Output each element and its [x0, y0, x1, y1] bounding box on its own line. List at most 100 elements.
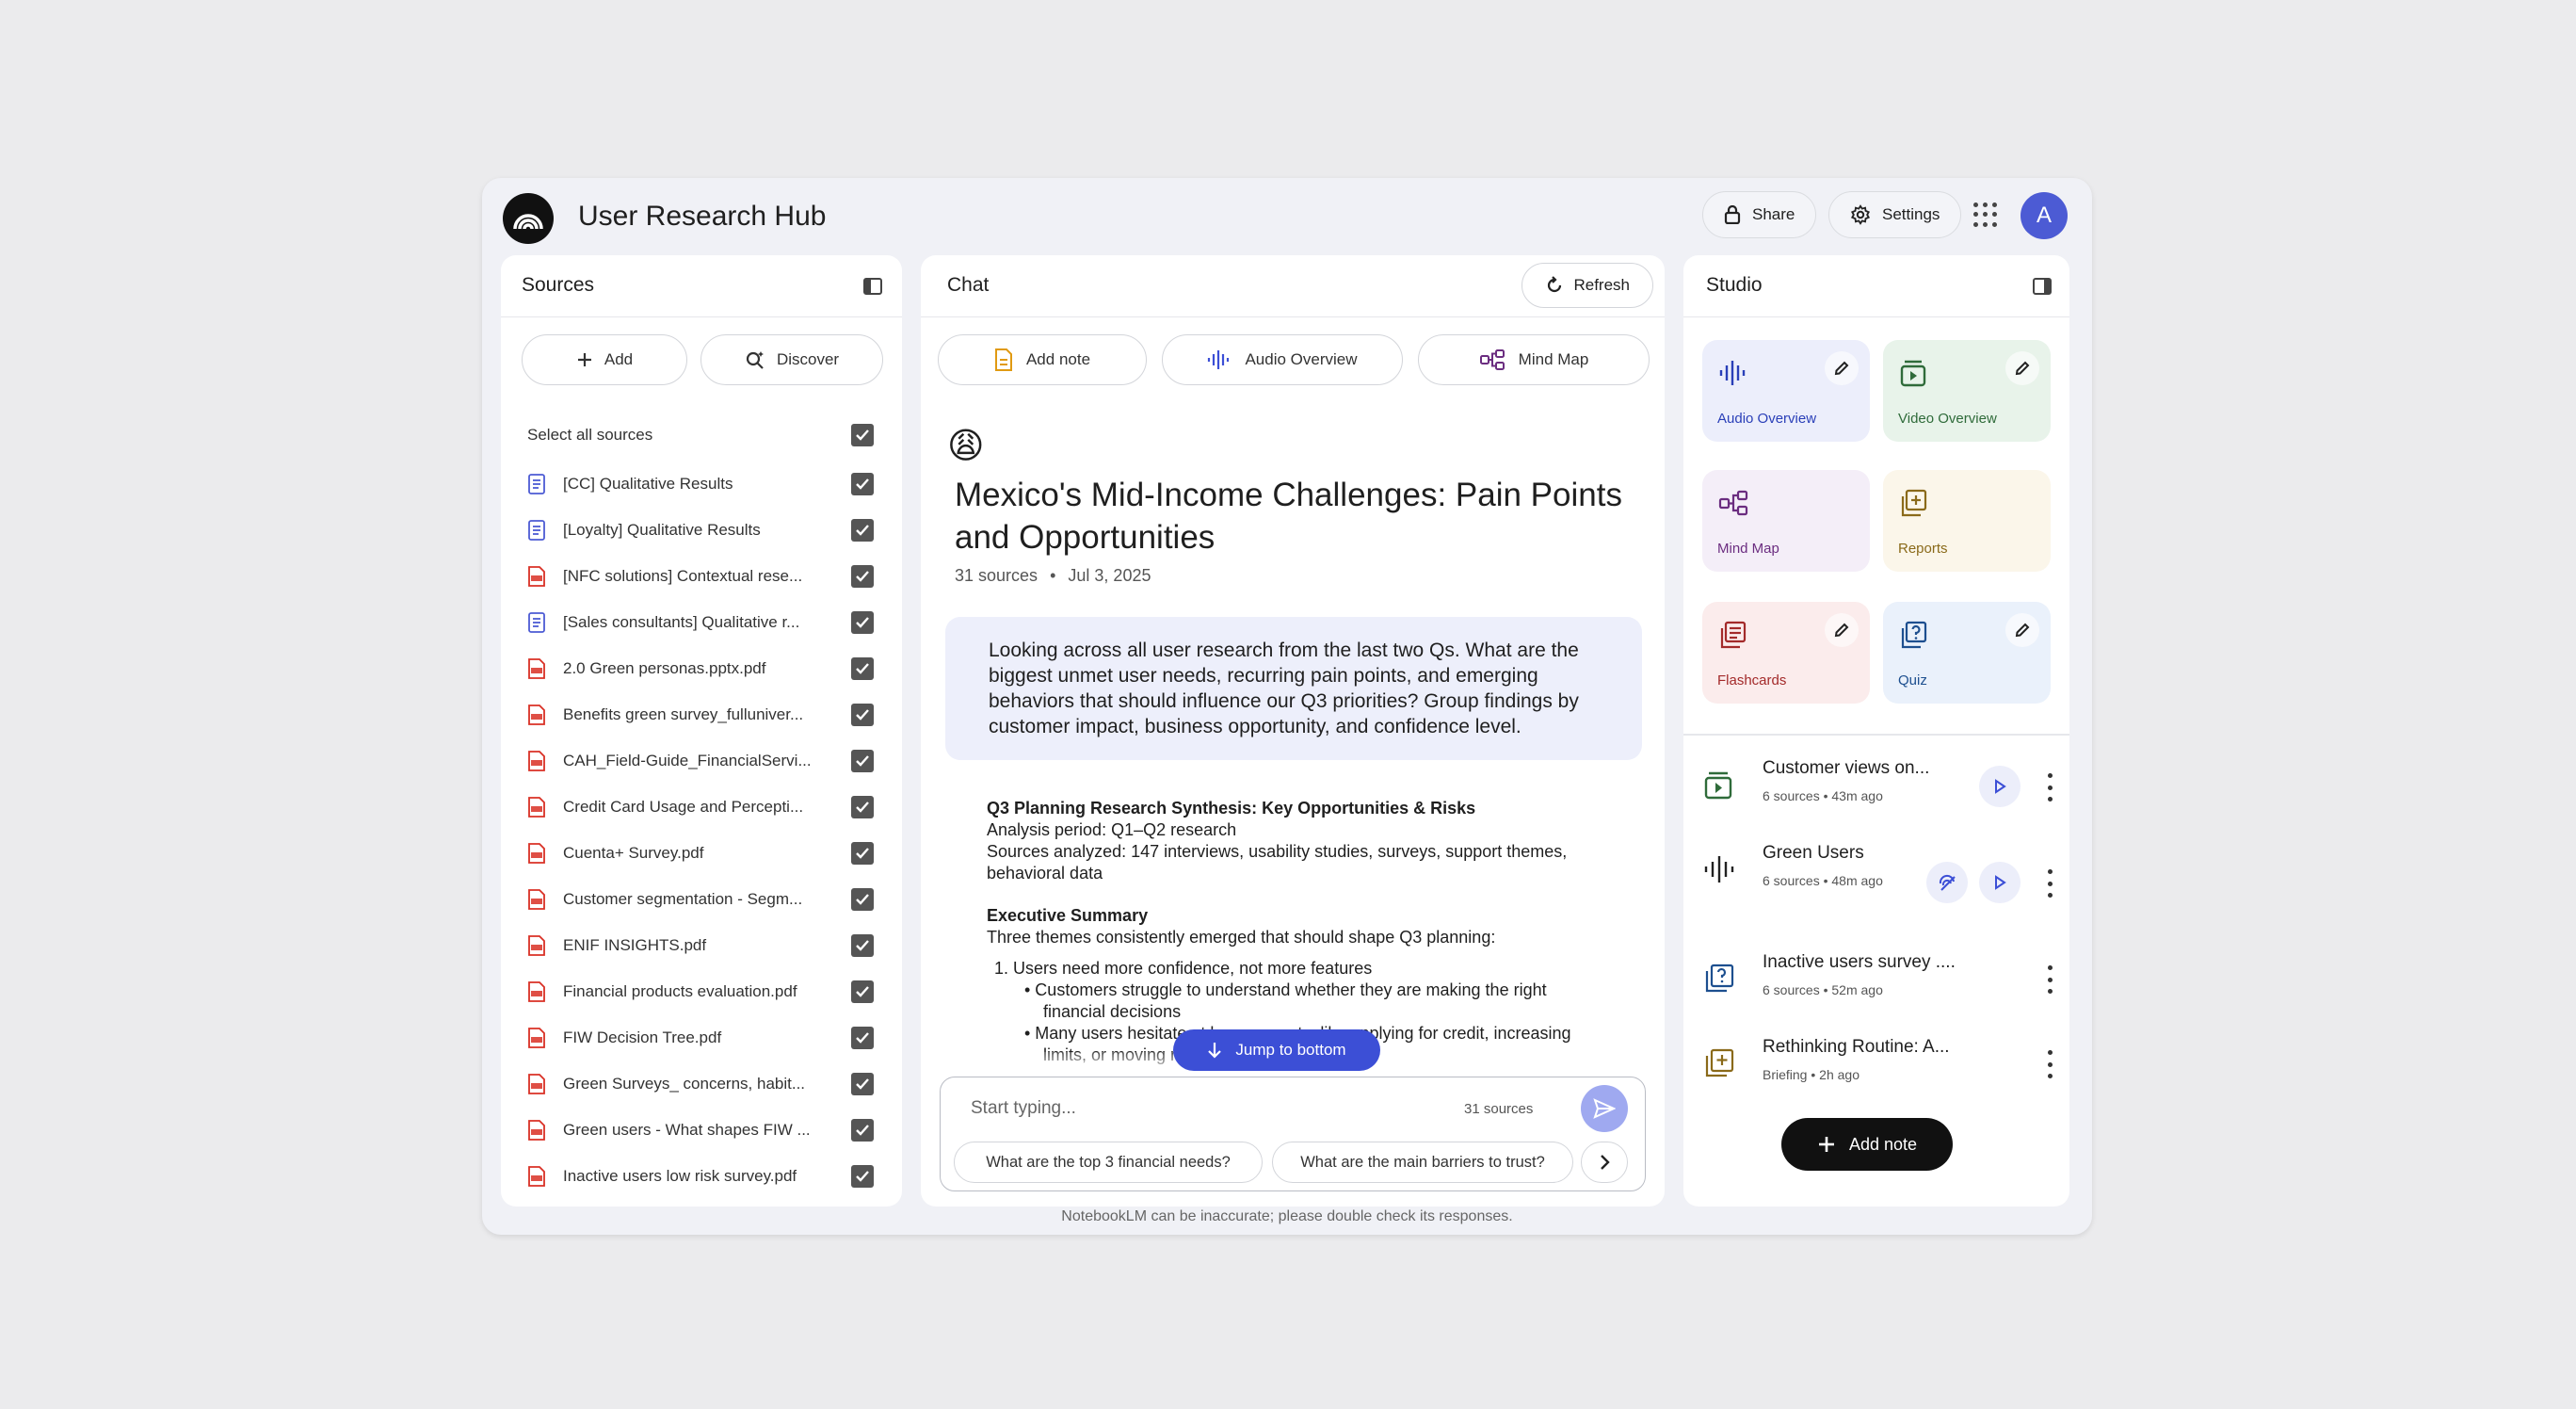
- source-list: [CC] Qualitative Results [Loyalty] Qualit…: [527, 461, 874, 1199]
- source-checkbox[interactable]: [851, 1026, 874, 1049]
- chat-input[interactable]: Start typing...: [971, 1098, 1076, 1119]
- add-source-button[interactable]: Add: [522, 334, 687, 385]
- more-options-icon[interactable]: [2045, 965, 2054, 994]
- apps-grid-icon[interactable]: [1973, 202, 1998, 227]
- source-item[interactable]: Green users - What shapes FIW ...: [527, 1107, 874, 1153]
- user-avatar[interactable]: A: [2021, 192, 2068, 239]
- source-checkbox[interactable]: [851, 656, 874, 680]
- flashcards-tile[interactable]: Flashcards: [1702, 602, 1870, 704]
- source-item[interactable]: 2.0 Green personas.pptx.pdf: [527, 645, 874, 691]
- source-item[interactable]: Benefits green survey_fulluniver...: [527, 691, 874, 737]
- pencil-icon: [1834, 623, 1849, 638]
- jump-to-bottom-button[interactable]: Jump to bottom: [1173, 1029, 1380, 1071]
- source-item[interactable]: [NFC solutions] Contextual rese...: [527, 553, 874, 599]
- output-meta: 6 sources • 43m ago: [1763, 788, 1883, 803]
- suggested-question[interactable]: What are the main barriers to trust?: [1272, 1142, 1573, 1183]
- source-checkbox[interactable]: [851, 1118, 874, 1142]
- pdf-file-icon: [528, 934, 545, 956]
- more-options-icon[interactable]: [2045, 869, 2054, 898]
- refresh-label: Refresh: [1573, 276, 1630, 294]
- source-item[interactable]: CAH_Field-Guide_FinancialServi...: [527, 737, 874, 784]
- more-options-icon[interactable]: [2045, 773, 2054, 802]
- source-item[interactable]: Customer segmentation - Segm...: [527, 876, 874, 922]
- more-options-icon[interactable]: [2045, 1050, 2054, 1078]
- reports-tile[interactable]: Reports: [1883, 470, 2051, 572]
- select-all-row[interactable]: Select all sources: [527, 421, 874, 449]
- user-prompt-bubble: Looking across all user research from th…: [945, 617, 1642, 760]
- select-all-checkbox[interactable]: [851, 424, 874, 446]
- source-checkbox[interactable]: [851, 980, 874, 1003]
- interactive-mode-button[interactable]: [1926, 862, 1968, 903]
- quiz-tile[interactable]: Quiz: [1883, 602, 2051, 704]
- mind-map-button[interactable]: Mind Map: [1418, 334, 1650, 385]
- share-button[interactable]: Share: [1702, 191, 1817, 238]
- studio-add-note-button[interactable]: Add note: [1781, 1118, 1953, 1171]
- notebook-meta: 31 sources • Jul 3, 2025: [955, 566, 1151, 586]
- chat-panel: Chat Refresh Add note Audio Overview Min…: [921, 255, 1665, 1207]
- source-checkbox[interactable]: [851, 564, 874, 588]
- source-item[interactable]: FIW Decision Tree.pdf: [527, 1014, 874, 1061]
- notebook-window: User Research Hub Share Settings A Sourc…: [482, 178, 2092, 1235]
- source-checkbox[interactable]: [851, 1072, 874, 1095]
- edit-button[interactable]: [1825, 613, 1859, 647]
- check-icon: [856, 478, 869, 490]
- source-checkbox[interactable]: [851, 1164, 874, 1188]
- source-item[interactable]: [Loyalty] Qualitative Results: [527, 507, 874, 553]
- play-icon: [1995, 779, 2006, 794]
- source-checkbox[interactable]: [851, 472, 874, 495]
- pdf-file-icon: [528, 1027, 545, 1048]
- collapse-panel-icon[interactable]: [862, 276, 883, 297]
- source-checkbox[interactable]: [851, 933, 874, 957]
- suggested-question[interactable]: What are the top 3 financial needs?: [954, 1142, 1263, 1183]
- source-item[interactable]: Green Surveys_ concerns, habit...: [527, 1061, 874, 1107]
- edit-button[interactable]: [2005, 351, 2039, 385]
- source-checkbox[interactable]: [851, 749, 874, 772]
- app-logo[interactable]: [503, 193, 554, 244]
- send-button[interactable]: [1581, 1085, 1628, 1132]
- play-button[interactable]: [1979, 766, 2021, 807]
- check-icon: [856, 616, 869, 628]
- document-icon: [528, 519, 545, 541]
- source-checkbox[interactable]: [851, 518, 874, 542]
- check-icon: [856, 524, 869, 536]
- source-item[interactable]: Cuenta+ Survey.pdf: [527, 830, 874, 876]
- more-suggestions-button[interactable]: [1581, 1142, 1628, 1183]
- source-checkbox[interactable]: [851, 703, 874, 726]
- audio-overview-button[interactable]: Audio Overview: [1162, 334, 1403, 385]
- notebook-title[interactable]: User Research Hub: [578, 201, 826, 233]
- play-button[interactable]: [1979, 862, 2021, 903]
- studio-output-item[interactable]: Rethinking Routine: A... Briefing • 2h a…: [1702, 1033, 2054, 1099]
- edit-button[interactable]: [2005, 613, 2039, 647]
- discover-button[interactable]: Discover: [700, 334, 883, 385]
- video-overview-tile[interactable]: Video Overview: [1883, 340, 2051, 442]
- audio-waveform-icon: [1704, 856, 1734, 883]
- source-item[interactable]: [Sales consultants] Qualitative r...: [527, 599, 874, 645]
- source-name: Customer segmentation - Segm...: [563, 889, 803, 908]
- video-icon: [1704, 771, 1732, 800]
- collapse-panel-icon[interactable]: [2032, 276, 2053, 297]
- add-note-button[interactable]: Add note: [938, 334, 1147, 385]
- source-item[interactable]: Credit Card Usage and Percepti...: [527, 784, 874, 830]
- studio-output-item[interactable]: Customer views on... 6 sources • 43m ago: [1702, 754, 2054, 820]
- audio-overview-tile[interactable]: Audio Overview: [1702, 340, 1870, 442]
- assistant-response: Q3 Planning Research Synthesis: Key Oppo…: [987, 798, 1589, 1066]
- source-item[interactable]: ENIF INSIGHTS.pdf: [527, 922, 874, 968]
- studio-output-item[interactable]: Green Users 6 sources • 48m ago: [1702, 839, 2054, 905]
- refresh-button[interactable]: Refresh: [1521, 263, 1653, 308]
- source-item[interactable]: Inactive users low risk survey.pdf: [527, 1153, 874, 1199]
- studio-output-item[interactable]: Inactive users survey .... 6 sources • 5…: [1702, 948, 2054, 1014]
- settings-button[interactable]: Settings: [1828, 191, 1962, 238]
- source-checkbox[interactable]: [851, 841, 874, 865]
- source-checkbox[interactable]: [851, 610, 874, 634]
- edit-button[interactable]: [1825, 351, 1859, 385]
- pdf-file-icon: [528, 565, 545, 587]
- response-list-item: 1. Users need more confidence, not more …: [994, 959, 1373, 978]
- mind-map-tile[interactable]: Mind Map: [1702, 470, 1870, 572]
- pdf-file-icon: [528, 704, 545, 725]
- source-item[interactable]: [CC] Qualitative Results: [527, 461, 874, 507]
- interactive-icon: [1939, 874, 1956, 891]
- source-checkbox[interactable]: [851, 887, 874, 911]
- quiz-icon: [1901, 621, 1927, 649]
- source-checkbox[interactable]: [851, 795, 874, 818]
- source-item[interactable]: Financial products evaluation.pdf: [527, 968, 874, 1014]
